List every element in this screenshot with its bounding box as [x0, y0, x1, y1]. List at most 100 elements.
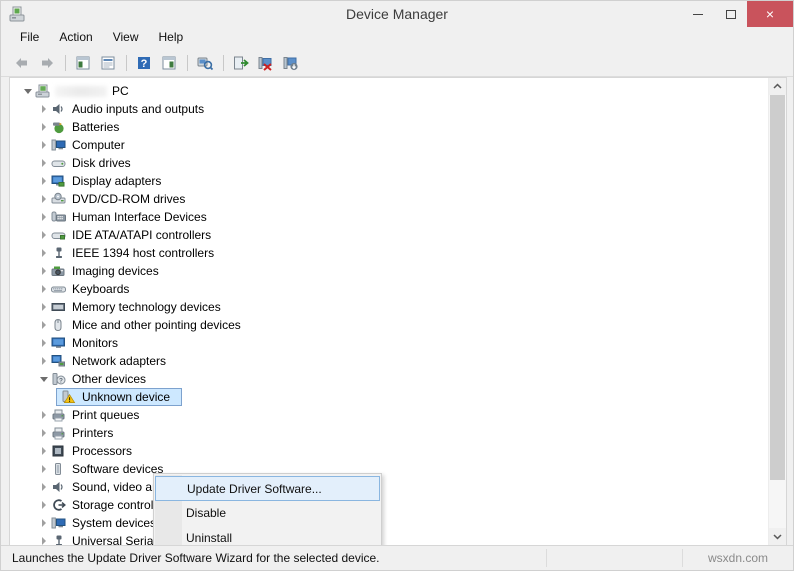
maximize-button[interactable]	[714, 1, 747, 27]
tree-row-computer[interactable]: Computer	[10, 136, 768, 154]
minimize-button[interactable]	[681, 1, 714, 27]
tree-row-other-devices[interactable]: ? Other devices	[10, 370, 768, 388]
device-tree[interactable]: PC Audio inputs and outputs Batteries	[10, 78, 768, 545]
tree-row-mice-and-other-pointing-devices[interactable]: Mice and other pointing devices	[10, 316, 768, 334]
status-message: Launches the Update Driver Software Wiza…	[1, 551, 546, 565]
twisty-closed-icon[interactable]	[38, 298, 50, 316]
twisty-closed-icon[interactable]	[38, 514, 50, 532]
printer-icon	[50, 407, 68, 423]
twisty-closed-icon[interactable]	[38, 424, 50, 442]
twisty-closed-icon[interactable]	[38, 226, 50, 244]
tree-row-audio-inputs-and-outputs[interactable]: Audio inputs and outputs	[10, 100, 768, 118]
twisty-closed-icon[interactable]	[38, 154, 50, 172]
properties-button[interactable]	[96, 52, 120, 74]
vertical-scrollbar[interactable]	[768, 78, 786, 545]
computer-icon	[34, 83, 52, 99]
tree-row-monitors[interactable]: Monitors	[10, 334, 768, 352]
twisty-closed-icon[interactable]	[38, 316, 50, 334]
watermark: wsxdn.com	[683, 551, 793, 565]
keyboard-icon	[50, 281, 68, 297]
hid-icon	[50, 209, 68, 225]
twisty-closed-icon[interactable]	[38, 244, 50, 262]
tree-item-label: Computer	[71, 138, 125, 152]
tree-row-universal-serial-bus-controllers[interactable]: Universal Serial Bus controllers	[10, 532, 768, 545]
context-menu-item-uninstall[interactable]: Uninstall	[154, 526, 381, 545]
tree-item-label: Processors	[71, 444, 132, 458]
toolbar-separator-1	[65, 55, 66, 71]
svg-text:?: ?	[141, 58, 148, 70]
tree-item-label: IDE ATA/ATAPI controllers	[71, 228, 211, 242]
twisty-closed-icon[interactable]	[38, 532, 50, 545]
twisty-closed-icon[interactable]	[38, 190, 50, 208]
twisty-closed-icon[interactable]	[38, 280, 50, 298]
speaker-icon	[50, 101, 68, 117]
twisty-closed-icon[interactable]	[38, 136, 50, 154]
tree-row-network-adapters[interactable]: Network adapters	[10, 352, 768, 370]
tree-row-display-adapters[interactable]: Display adapters	[10, 172, 768, 190]
tree-row-ieee-1394-host-controllers[interactable]: IEEE 1394 host controllers	[10, 244, 768, 262]
update-driver-software-button[interactable]	[229, 52, 253, 74]
tree-row-printers[interactable]: Printers	[10, 424, 768, 442]
tree-row-human-interface-devices[interactable]: Human Interface Devices	[10, 208, 768, 226]
twisty-closed-icon[interactable]	[38, 262, 50, 280]
tree-row-memory-technology-devices[interactable]: Memory technology devices	[10, 298, 768, 316]
twisty-closed-icon[interactable]	[38, 352, 50, 370]
menu-action[interactable]: Action	[50, 28, 101, 47]
twisty-closed-icon[interactable]	[38, 334, 50, 352]
tree-row-disk-drives[interactable]: Disk drives	[10, 154, 768, 172]
monitor-icon	[50, 335, 68, 351]
tree-row-ide-ata-atapi-controllers[interactable]: IDE ATA/ATAPI controllers	[10, 226, 768, 244]
menu-help[interactable]: Help	[150, 28, 193, 47]
scrollbar-track[interactable]	[769, 95, 786, 528]
back-button[interactable]	[10, 52, 34, 74]
toolbar-separator-2	[126, 55, 127, 71]
disable-device-button[interactable]	[279, 52, 303, 74]
twisty-closed-icon[interactable]	[38, 118, 50, 136]
show-hide-action-pane-button[interactable]	[157, 52, 181, 74]
twisty-open-icon[interactable]	[38, 370, 50, 388]
tree-item-label: Other devices	[71, 372, 146, 386]
context-menu-item-disable[interactable]: Disable	[154, 501, 381, 526]
system-device-icon	[50, 515, 68, 531]
tree-row-storage-controllers[interactable]: Storage controllers	[10, 496, 768, 514]
tree-row-sound-video-and-game-controllers[interactable]: Sound, video and game controllers	[10, 478, 768, 496]
twisty-closed-icon[interactable]	[38, 100, 50, 118]
tree-item-label: System devices	[71, 516, 156, 530]
network-adapter-icon	[50, 353, 68, 369]
menu-view[interactable]: View	[104, 28, 148, 47]
help-button[interactable]: ?	[132, 52, 156, 74]
tree-row-batteries[interactable]: Batteries	[10, 118, 768, 136]
tree-item-label: Network adapters	[71, 354, 166, 368]
page-title: Device Manager	[1, 1, 793, 27]
scroll-down-button[interactable]	[769, 528, 786, 545]
scrollbar-thumb[interactable]	[770, 95, 785, 480]
window-controls: ×	[681, 1, 793, 27]
twisty-closed-icon[interactable]	[38, 172, 50, 190]
tree-row-system-devices[interactable]: System devices	[10, 514, 768, 532]
twisty-open-icon[interactable]	[22, 82, 34, 100]
tree-row-dvd-cdrom-drives[interactable]: DVD/CD-ROM drives	[10, 190, 768, 208]
tree-row-software-devices[interactable]: Software devices	[10, 460, 768, 478]
tree-row-processors[interactable]: Processors	[10, 442, 768, 460]
context-menu-item-update-driver-software[interactable]: Update Driver Software...	[155, 476, 380, 501]
forward-button[interactable]	[35, 52, 59, 74]
tree-item-label: Mice and other pointing devices	[71, 318, 241, 332]
show-hide-console-tree-button[interactable]	[71, 52, 95, 74]
twisty-closed-icon[interactable]	[38, 208, 50, 226]
uninstall-device-button[interactable]	[254, 52, 278, 74]
close-button[interactable]: ×	[747, 1, 793, 27]
twisty-closed-icon[interactable]	[38, 478, 50, 496]
twisty-closed-icon[interactable]	[38, 406, 50, 424]
tree-row-unknown-device[interactable]: Unknown device	[10, 388, 768, 406]
tree-row-keyboards[interactable]: Keyboards	[10, 280, 768, 298]
disk-drive-icon	[50, 155, 68, 171]
twisty-closed-icon[interactable]	[38, 460, 50, 478]
twisty-closed-icon[interactable]	[38, 442, 50, 460]
menu-file[interactable]: File	[11, 28, 48, 47]
twisty-closed-icon[interactable]	[38, 496, 50, 514]
tree-row-root[interactable]: PC	[10, 82, 768, 100]
tree-row-print-queues[interactable]: Print queues	[10, 406, 768, 424]
scan-for-hardware-changes-button[interactable]	[193, 52, 217, 74]
scroll-up-button[interactable]	[769, 78, 786, 95]
tree-row-imaging-devices[interactable]: Imaging devices	[10, 262, 768, 280]
